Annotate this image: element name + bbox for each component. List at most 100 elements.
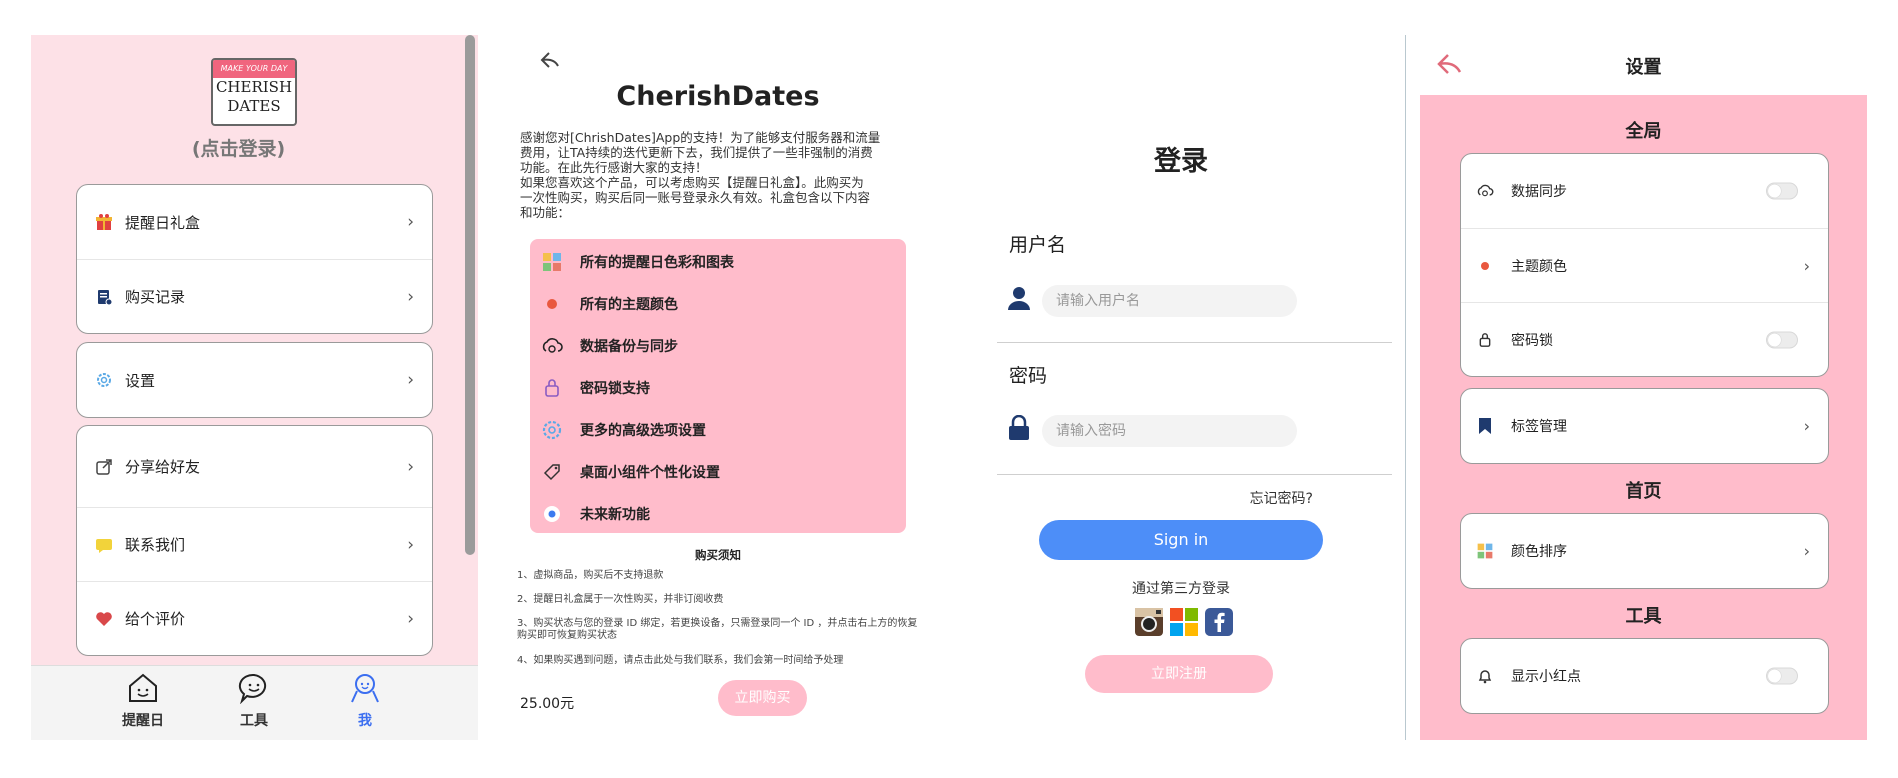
notice-title: 购买须知 [695, 548, 741, 562]
menu-item-settings[interactable]: 设置 › [77, 343, 432, 417]
tab-me[interactable]: 我 [325, 672, 405, 730]
tab-reminders[interactable]: 提醒日 [103, 672, 183, 730]
section-title: 工具 [1625, 606, 1662, 627]
intro-line: 费用，让TA持续的迭代更新下去，我们提供了一些非强制的消费 [520, 145, 873, 160]
chevron-right-icon: › [407, 608, 414, 629]
login-hint[interactable]: (点击登录) [31, 134, 446, 161]
cloud-sync-icon [540, 334, 564, 358]
menu-item-label: 购买记录 [125, 288, 186, 306]
feature-item: 更多的高级选项设置 [530, 412, 706, 448]
notice-line: 3、购买状态与您的登录 ID 绑定，若更换设备，只需登录同一个 ID ，并点击右… [517, 618, 918, 641]
username-label: 用户名 [1009, 234, 1067, 256]
feature-label: 桌面小组件个性化设置 [580, 465, 720, 481]
chevron-right-icon: › [407, 286, 414, 307]
setting-label: 密码锁 [1511, 332, 1553, 349]
scrollbar[interactable] [465, 35, 475, 555]
share-icon [93, 456, 115, 478]
menu-item-label: 提醒日礼盒 [125, 213, 201, 232]
palette-blocks-icon [540, 250, 564, 274]
third-party-login-label: 通过第三方登录 [1132, 581, 1230, 597]
menu-item-rate[interactable]: 给个评价 › [77, 581, 432, 655]
sign-in-button[interactable]: Sign in [1039, 520, 1323, 560]
intro-line: 如果您喜欢这个产品，可以考虑购买【提醒日礼盒】。此购买为 [520, 175, 864, 190]
profile-screen: MAKE YOUR DAY CHERISH DATES (点击登录) 提醒日礼盒… [31, 35, 478, 740]
chevron-right-icon: › [407, 456, 414, 477]
feature-label: 数据备份与同步 [580, 339, 678, 355]
setting-label: 数据同步 [1511, 184, 1567, 200]
setting-red-dot[interactable]: 显示小红点 [1461, 639, 1828, 713]
menu-item-purchase-history[interactable]: 购买记录 › [77, 259, 432, 333]
setting-label: 标签管理 [1511, 419, 1567, 435]
menu-item-label: 联系我们 [125, 536, 186, 554]
feature-item: 所有的提醒日色彩和图表 [530, 244, 734, 280]
chevron-right-icon: › [407, 212, 414, 232]
divider [997, 474, 1392, 475]
feature-label: 所有的主题颜色 [580, 297, 678, 313]
setting-tag-management[interactable]: 标签管理 › [1461, 389, 1828, 463]
bell-icon [1475, 666, 1495, 686]
chat-icon [93, 534, 115, 556]
setting-color-order[interactable]: 颜色排序 › [1461, 514, 1828, 588]
forgot-password-link[interactable]: 忘记密码? [1250, 488, 1313, 508]
global-settings-card: 数据同步 主题颜色 › 密码锁 [1460, 153, 1829, 377]
facebook-icon[interactable] [1204, 607, 1234, 637]
purchase-title: CherishDates [616, 81, 820, 112]
bottom-tab-bar: 提醒日 工具 我 [31, 665, 478, 740]
menu-item-gift-box[interactable]: 提醒日礼盒 › [77, 185, 432, 259]
menu-item-label: 分享给好友 [125, 458, 201, 476]
register-button[interactable]: 立即注册 [1085, 655, 1273, 693]
toggle-switch[interactable] [1766, 331, 1798, 348]
app-logo[interactable]: MAKE YOUR DAY CHERISH DATES [211, 58, 297, 126]
lock-icon [540, 376, 564, 400]
menu-card-social: 分享给好友 › 联系我们 › 给个评价 › [76, 425, 433, 656]
back-arrow-icon[interactable] [540, 51, 562, 69]
bookmark-icon [1475, 416, 1495, 436]
setting-password-lock[interactable]: 密码锁 [1461, 302, 1828, 376]
logo-line2: DATES [227, 97, 281, 115]
feature-item: 所有的主题颜色 [530, 286, 678, 322]
tab-tools[interactable]: 工具 [214, 672, 294, 730]
login-title: 登录 [1154, 146, 1208, 177]
setting-theme-color[interactable]: 主题颜色 › [1461, 228, 1828, 302]
buy-button[interactable]: 立即购买 [718, 680, 807, 716]
feature-label: 所有的提醒日色彩和图表 [580, 255, 734, 271]
feature-label: 未来新功能 [580, 507, 650, 523]
toggle-switch[interactable] [1766, 182, 1798, 200]
menu-item-contact[interactable]: 联系我们 › [77, 507, 432, 581]
chevron-right-icon: › [407, 370, 414, 390]
tab-label: 提醒日 [122, 713, 164, 729]
purchase-intro: 感谢您对[ChrishDates]App的支持！为了能够支付服务器和流量 费用，… [520, 130, 920, 220]
intro-line: 一次性购买，购买后同一账号登录永久有效。礼盒包含以下内容 [520, 190, 871, 205]
tag-settings-card: 标签管理 › [1460, 388, 1829, 464]
password-label: 密码 [1009, 365, 1048, 387]
divider [997, 342, 1392, 343]
menu-item-share[interactable]: 分享给好友 › [77, 426, 432, 507]
person-face-icon [351, 674, 379, 703]
tab-label: 工具 [240, 713, 268, 729]
house-face-icon [129, 673, 157, 702]
setting-label: 主题颜色 [1511, 258, 1567, 275]
username-input[interactable] [1042, 285, 1297, 317]
notice-line: 1、虚拟商品，购买后不支持退款 [517, 570, 664, 581]
lock-icon [1009, 415, 1029, 440]
instagram-icon[interactable] [1134, 607, 1164, 637]
menu-card-settings: 设置 › [76, 342, 433, 418]
toggle-switch[interactable] [1766, 667, 1798, 685]
receipt-icon [93, 286, 115, 308]
setting-data-sync[interactable]: 数据同步 [1461, 154, 1828, 228]
login-screen: 登录 用户名 密码 忘记密码? Sign in 通过第三方登录 立即注册 [957, 35, 1406, 740]
feature-item: 密码锁支持 [530, 370, 650, 406]
setting-label: 显示小红点 [1511, 669, 1581, 685]
intro-line: 感谢您对[ChrishDates]App的支持！为了能够支付服务器和流量 [520, 130, 881, 145]
gear-icon [540, 418, 564, 442]
notice-line[interactable]: 4、如果购买遇到问题，请点击此处与我们联系，我们会第一时间给予处理 [517, 655, 927, 667]
chevron-right-icon: › [1803, 541, 1810, 561]
cloud-sync-icon [1475, 181, 1495, 201]
feature-item: 数据备份与同步 [530, 328, 678, 364]
home-settings-card: 颜色排序 › [1460, 513, 1829, 589]
radio-dot-icon [540, 502, 564, 526]
microsoft-icon[interactable] [1169, 607, 1199, 637]
paint-dot-icon [540, 292, 564, 316]
settings-header: 设置 [1420, 35, 1867, 95]
password-input[interactable] [1042, 415, 1297, 447]
